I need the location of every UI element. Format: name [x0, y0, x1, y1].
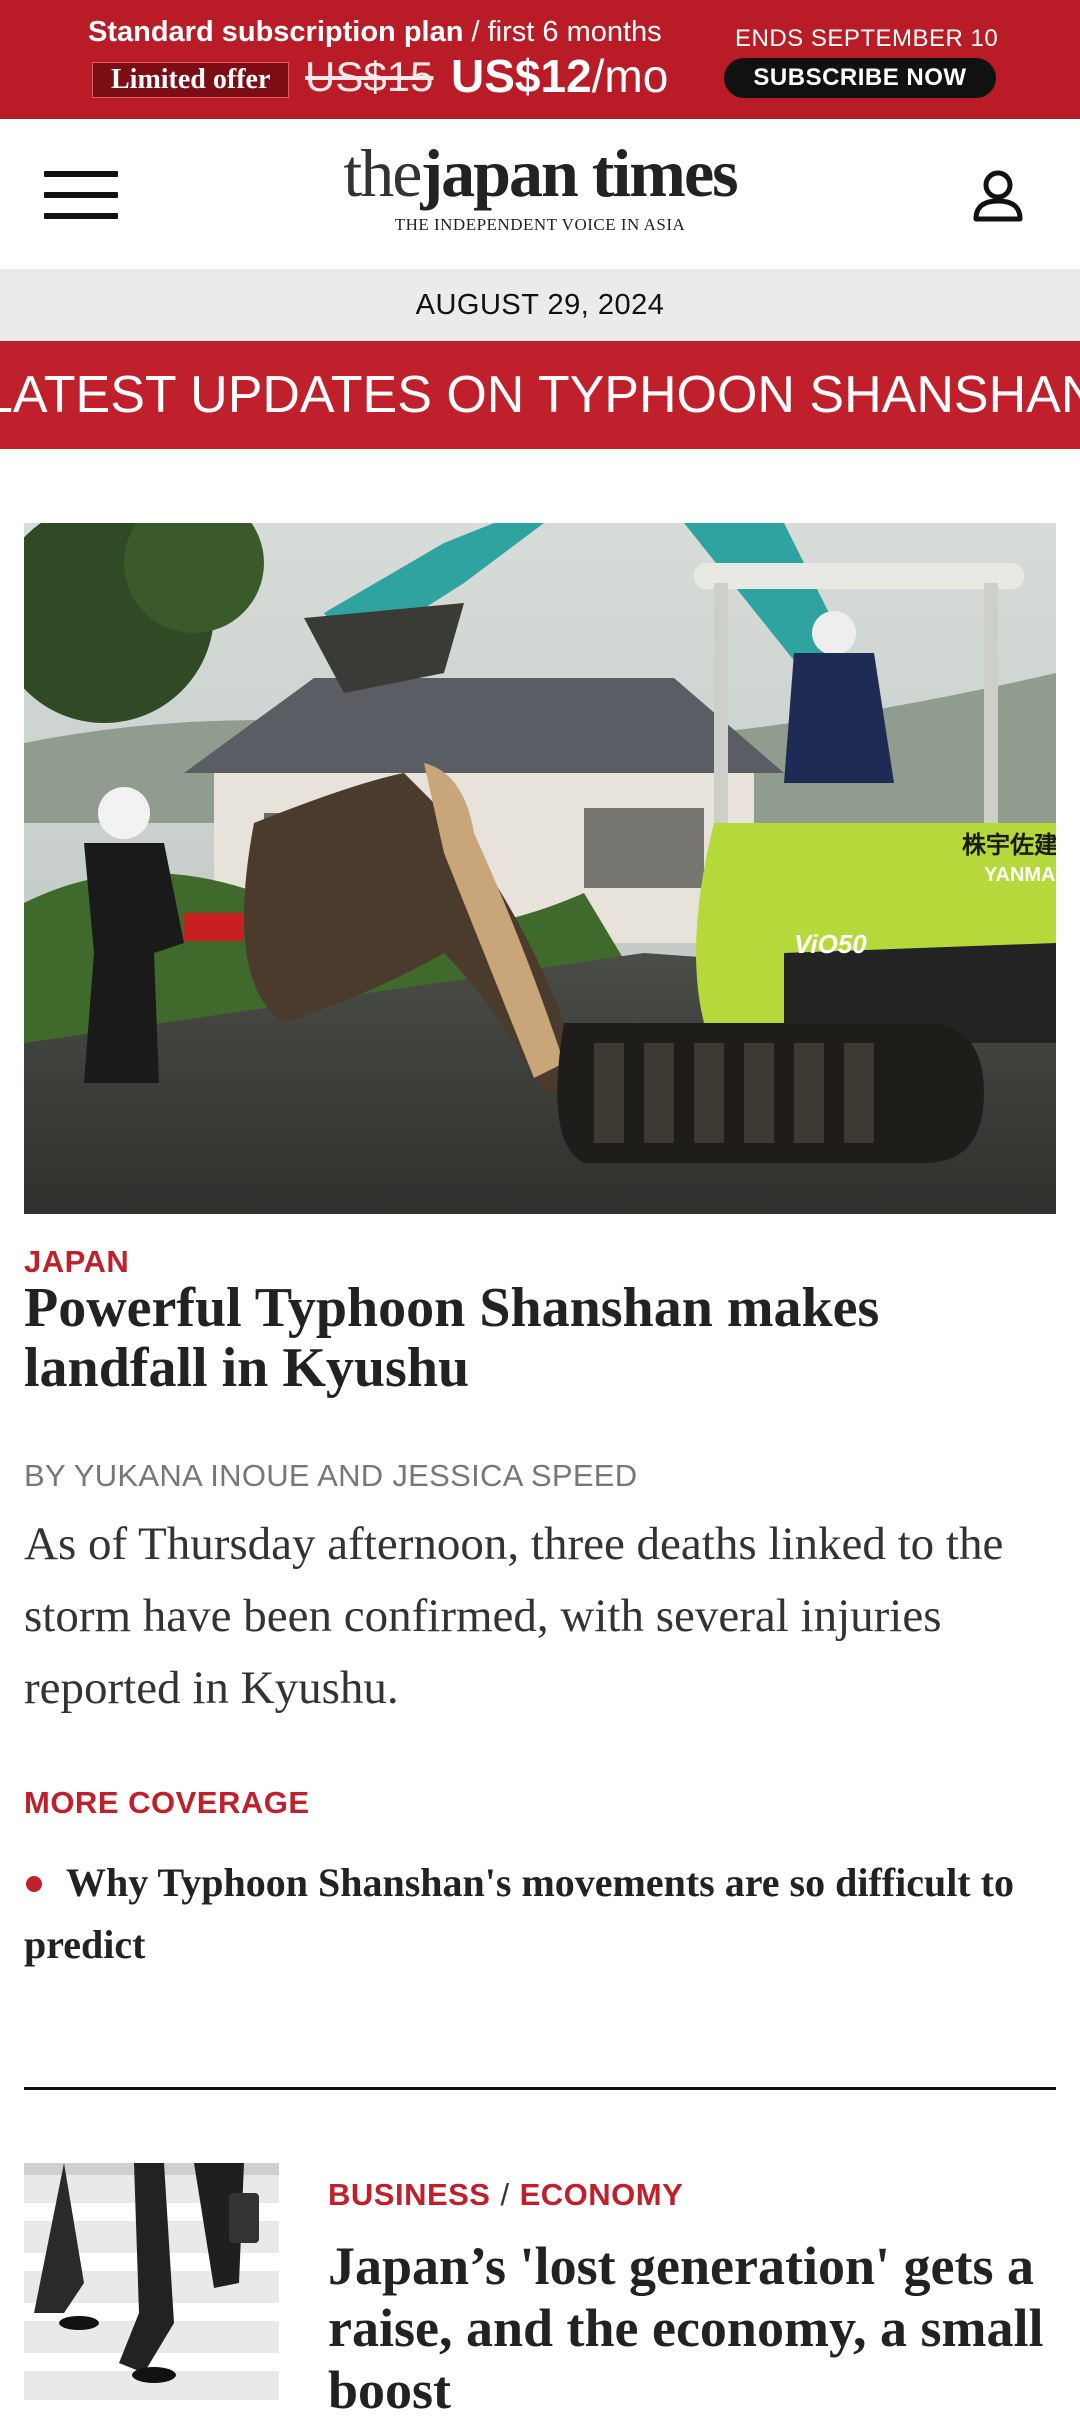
old-price: US$15: [305, 53, 434, 100]
lead-story-photo[interactable]: 株宇佐建 YANMA ViO50: [24, 523, 1056, 1214]
site-tagline: THE INDEPENDENT VOICE IN ASIA: [394, 215, 686, 234]
second-story-headline[interactable]: Japan’s 'lost generation' gets a raise, …: [328, 2235, 1048, 2421]
promo-plan-text: Standard subscription plan / first 6 mon…: [88, 16, 662, 48]
photo-sign-text-2: YANMA: [984, 864, 1056, 886]
category-business-link[interactable]: BUSINESS: [328, 2177, 490, 2212]
second-story-category: BUSINESS / ECONOMY: [328, 2177, 684, 2212]
lead-summary: As of Thursday afternoon, three deaths l…: [24, 1518, 1004, 1714]
subscribe-now-button[interactable]: SUBSCRIBE NOW: [724, 58, 996, 98]
new-price: US$12/mo: [451, 50, 669, 102]
category-economy-link[interactable]: ECONOMY: [520, 2177, 684, 2212]
more-coverage-link[interactable]: Why Typhoon Shanshan's movements are so …: [24, 1852, 1044, 1976]
breaking-news-ticker[interactable]: LATEST UPDATES ON TYPHOON SHANSHAN: [0, 341, 1080, 449]
site-header: thejapan times THE INDEPENDENT VOICE IN …: [0, 119, 1080, 269]
bullet-dot-icon: [26, 1875, 42, 1892]
lead-section-label[interactable]: JAPAN: [24, 1244, 129, 1280]
offer-end-date: ENDS SEPTEMBER 10: [735, 25, 999, 52]
lead-byline: BY YUKANA INOUE AND JESSICA SPEED: [24, 1458, 638, 1493]
more-coverage-label: MORE COVERAGE: [24, 1785, 310, 1820]
photo-sign-text-3: ViO50: [794, 929, 867, 959]
lead-headline[interactable]: Powerful Typhoon Shanshan makes landfall…: [24, 1278, 1034, 1398]
second-story-thumbnail[interactable]: [24, 2163, 279, 2400]
limited-offer-badge: Limited offer: [92, 62, 290, 98]
photo-sign-text-1: 株宇佐建: [962, 832, 1056, 859]
user-account-icon[interactable]: [968, 165, 1028, 225]
section-divider: [24, 2087, 1056, 2090]
subscription-promo-banner[interactable]: Standard subscription plan / first 6 mon…: [0, 0, 1080, 119]
site-logo[interactable]: thejapan times THE INDEPENDENT VOICE IN …: [0, 139, 1080, 235]
ticker-text: LATEST UPDATES ON TYPHOON SHANSHAN: [0, 366, 1080, 424]
date-bar: AUGUST 29, 2024: [0, 269, 1080, 341]
